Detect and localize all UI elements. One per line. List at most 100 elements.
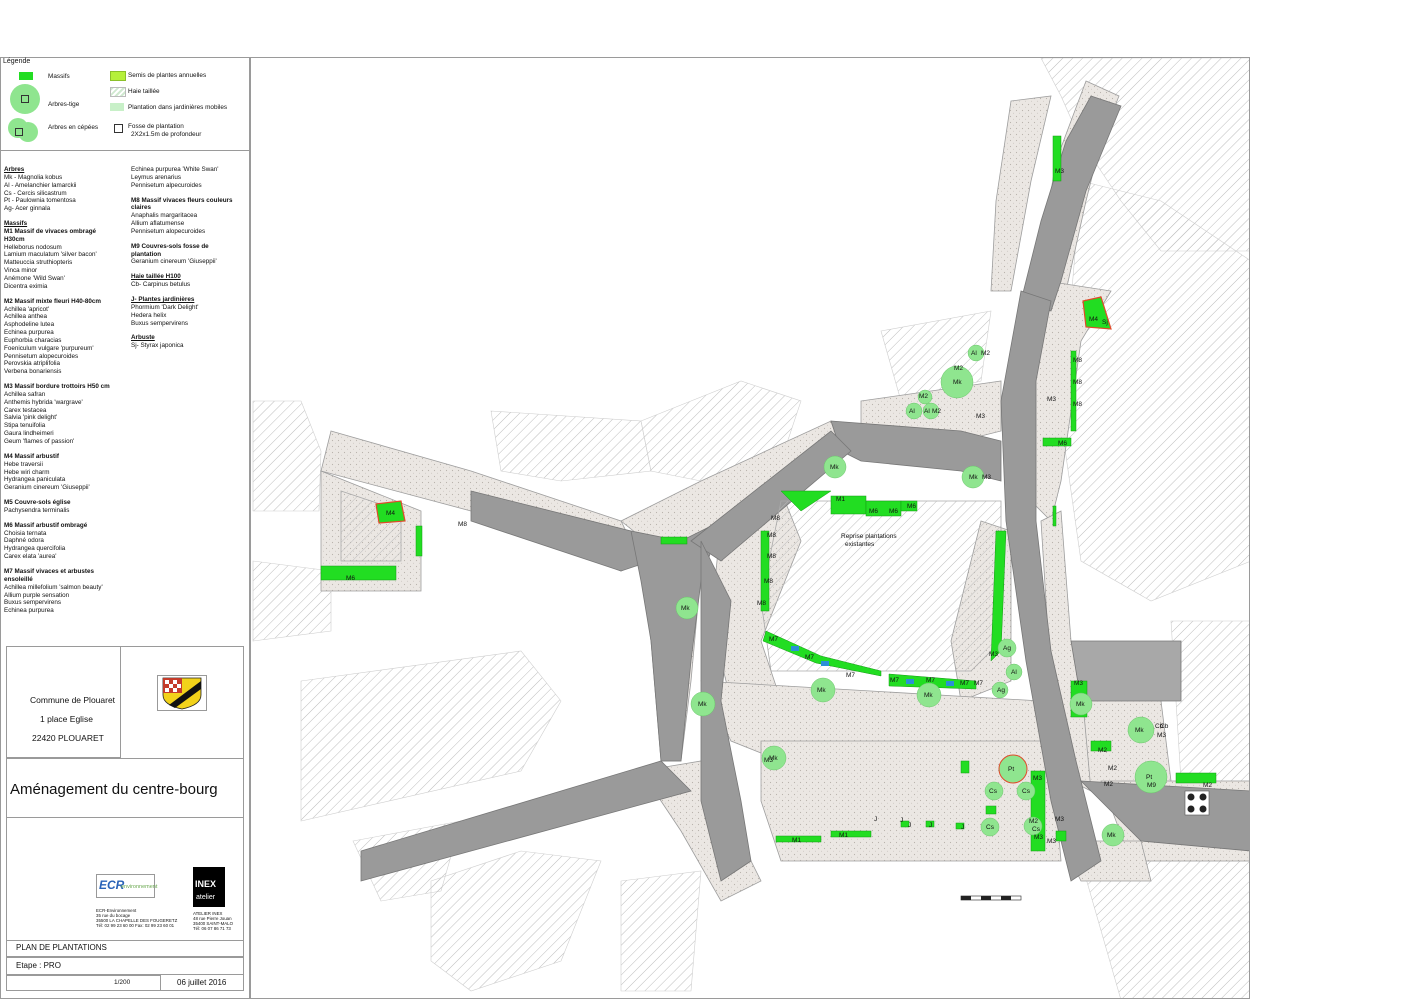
mobile-planter-swatch — [110, 103, 124, 111]
legend-fosse-label: Fosse de plantation — [128, 123, 184, 130]
map-label: Mk — [924, 692, 933, 699]
map-label: M3 — [1055, 816, 1064, 823]
plant-item: Pt - Paulownia tomentosa — [4, 197, 76, 205]
map-label: M4 — [386, 510, 395, 517]
map-label: M8 — [1073, 379, 1082, 386]
plant-item: Echinea purpurea 'White Swan' — [131, 166, 219, 173]
map-label: M3 — [1033, 775, 1042, 782]
map-label: Mk — [698, 701, 707, 708]
map-label: M8 — [458, 521, 467, 528]
map-label: M3 — [1055, 168, 1064, 175]
plant-item: Phormium 'Dark Delight' — [131, 303, 199, 311]
map-label: M7 — [974, 680, 983, 687]
map-label: Sj — [1102, 319, 1108, 326]
plant-item: Stipa tenuifolia — [4, 422, 46, 430]
sheet-scale-box — [6, 975, 161, 991]
ecr-logo-sub: environnement — [121, 884, 158, 890]
map-label: Mk — [769, 755, 778, 762]
map-label: M2 — [1108, 765, 1117, 772]
map-label: M6 — [1058, 440, 1067, 447]
map-label: J — [961, 824, 964, 831]
map-label: Mk — [817, 687, 826, 694]
plant-item: Anaphalis margaritacea — [131, 212, 198, 220]
map-label: M8 — [764, 578, 773, 585]
map-label: M8 — [771, 515, 780, 522]
hedge-swatch — [110, 87, 126, 97]
map-label: M9 — [1147, 782, 1156, 789]
scale-bar — [960, 895, 1022, 901]
map-label: Cs — [1032, 826, 1041, 833]
map-label: Mk — [969, 474, 978, 481]
map-label: M3 — [1047, 838, 1056, 845]
plant-item: Geranium cinereum 'Giuseppii' — [4, 484, 90, 492]
plant-item: Geranium cinereum 'Giuseppii' — [131, 258, 217, 266]
plant-item: Achillea anthea — [4, 313, 48, 321]
inex-logo: INEX atelier — [193, 867, 225, 907]
map-label: M1 — [836, 496, 845, 503]
plant-group-heading: Arbres — [4, 166, 25, 173]
map-label: M7 — [890, 677, 899, 684]
map-label: Al — [909, 408, 915, 415]
massif-heading: M5 Couvre-sols église — [4, 499, 71, 507]
plant-group-heading: J- Plantes jardinières — [131, 295, 195, 303]
plant-item: Pennisetum alopecuroides — [4, 352, 79, 360]
plant-item: Echinea purpurea — [4, 607, 54, 615]
map-label: M8 — [767, 532, 776, 539]
plant-item: Euphorbia characias — [4, 336, 62, 344]
massif-heading: ensoleillé — [4, 575, 33, 583]
plant-item: Helleborus nodosum — [4, 243, 62, 251]
plant-item: Cs - Cercis silicastrum — [4, 189, 67, 197]
map-label: M3 — [982, 474, 991, 481]
plant-item: Hedera helix — [131, 311, 167, 319]
planting-plan-map: Reprise plantations existantes M3 M4 Sj … — [250, 57, 1250, 999]
map-label: M2 — [1098, 747, 1107, 754]
plant-group-heading: Haie taillée H100 — [131, 273, 181, 281]
map-label: Mk — [681, 605, 690, 612]
map-label: M3 — [1074, 680, 1083, 687]
plant-item: Verbena bonariensis — [4, 368, 62, 376]
map-label: M7 — [769, 636, 778, 643]
client-address: 1 place Eglise — [40, 714, 93, 724]
map-label: M3 — [1157, 732, 1166, 739]
legend-fosse-sub: 2X2x1.5m de profondeur — [131, 131, 202, 138]
map-label: J — [908, 822, 911, 829]
plant-list-column-2: Echinea purpurea 'White Swan' Leymus aren… — [131, 166, 233, 350]
plant-item: Geum 'flames of passion' — [4, 438, 75, 445]
map-note-line1: Reprise plantations — [841, 533, 897, 540]
plant-group-heading: Massifs — [4, 220, 28, 228]
legend-jardinieres-label: Plantation dans jardinières mobiles — [128, 104, 228, 111]
client-city: 22420 PLOUARET — [32, 733, 104, 743]
legend-arbres-tige-label: Arbres-tige — [48, 101, 80, 108]
map-label: Cb — [1160, 723, 1169, 730]
map-label: Al — [971, 350, 977, 357]
map-label: M8 — [757, 600, 766, 607]
legend-haie-label: Haie taillée — [128, 88, 160, 95]
project-title: Aménagement du centre-bourg — [10, 781, 218, 798]
map-label: M3 — [989, 651, 998, 658]
plant-item: Perovskia atriplifolia — [4, 360, 60, 368]
legend-cepees-label: Arbres en cépées — [48, 124, 99, 131]
map-label: M2 — [954, 365, 963, 372]
map-label: M7 — [846, 672, 855, 679]
massif-heading: M4 Massif arbustif — [4, 452, 59, 460]
plant-item: Salvia 'pink delight' — [4, 414, 58, 422]
plant-item: Anthemis hybrida 'wargrave' — [4, 398, 83, 406]
annual-seeds-swatch — [110, 71, 126, 81]
massifs-swatch — [19, 72, 33, 80]
plant-item: Echinea purpurea — [4, 329, 54, 337]
plant-item: Carex elata 'aurea' — [4, 553, 57, 561]
plant-item: Allium purple sensation — [4, 591, 70, 599]
map-label: Cs — [1022, 788, 1031, 795]
map-label: Mk — [1107, 832, 1116, 839]
plant-item: Sj- Styrax japonica — [131, 342, 184, 350]
massif-heading: M7 Massif vivaces et arbustes — [4, 567, 94, 575]
massif-heading: H30cm — [4, 235, 25, 243]
massif-heading: claires — [131, 204, 151, 212]
